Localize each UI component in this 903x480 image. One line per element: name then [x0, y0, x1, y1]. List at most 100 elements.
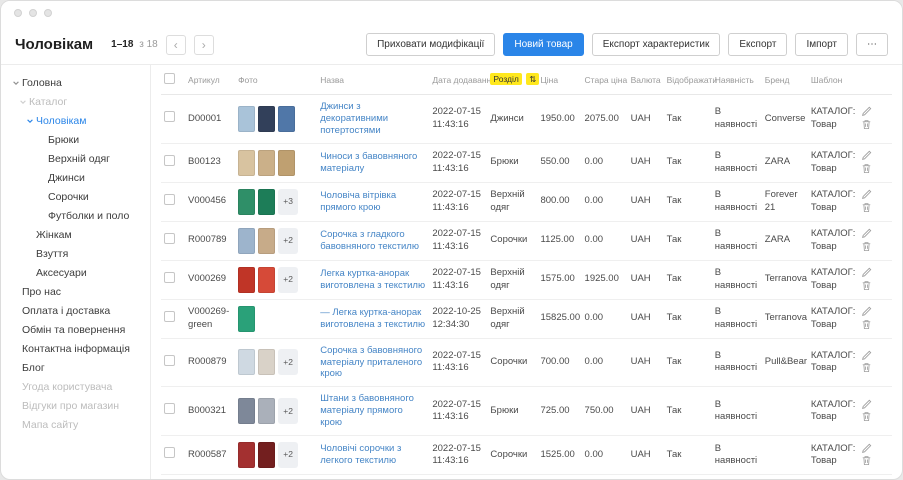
- product-link[interactable]: Чиноси з бавовняного матеріалу: [320, 151, 426, 175]
- sidebar-item[interactable]: Аксесуари: [1, 263, 150, 282]
- delete-icon[interactable]: [861, 362, 872, 373]
- row-checkbox[interactable]: [164, 311, 175, 322]
- cell-time: 11:43:16: [432, 280, 484, 292]
- sidebar-item[interactable]: Про нас: [1, 282, 150, 301]
- product-link[interactable]: Сорочка з гладкого бавовняного текстилю: [320, 229, 426, 253]
- window-minimize-button[interactable]: [29, 9, 37, 17]
- sidebar-item[interactable]: Оплата і доставка: [1, 301, 150, 320]
- sidebar-item-label: Джинси: [48, 172, 85, 184]
- row-checkbox[interactable]: [164, 447, 175, 458]
- checkbox-cell: [161, 182, 185, 221]
- row-checkbox[interactable]: [164, 194, 175, 205]
- product-link[interactable]: Сорочка з бавовняного матеріалу притален…: [320, 345, 426, 381]
- column-header-3[interactable]: Дата додавання: [429, 65, 487, 95]
- row-checkbox[interactable]: [164, 111, 175, 122]
- sidebar-item[interactable]: Взуття: [1, 244, 150, 263]
- header-button-3[interactable]: Експорт: [728, 33, 787, 56]
- edit-icon[interactable]: [861, 443, 872, 454]
- sidebar-item[interactable]: Мапа сайту: [1, 415, 150, 434]
- column-header-5[interactable]: Ціна: [537, 65, 581, 95]
- delete-icon[interactable]: [861, 411, 872, 422]
- product-link[interactable]: — Легка куртка-анорак виготовлена з текс…: [320, 307, 426, 331]
- more-photos-badge: +2: [278, 442, 298, 468]
- edit-icon[interactable]: [861, 150, 872, 161]
- section-cell: Верхній одяг: [487, 299, 537, 338]
- header-button-4[interactable]: Імпорт: [795, 33, 848, 56]
- sidebar-item[interactable]: Угода користувача: [1, 377, 150, 396]
- column-header-8[interactable]: Відображати: [664, 65, 712, 95]
- sidebar-item[interactable]: Чоловікам: [1, 111, 150, 130]
- edit-icon[interactable]: [861, 399, 872, 410]
- sidebar-item[interactable]: Сорочки: [1, 187, 150, 206]
- delete-icon[interactable]: [861, 319, 872, 330]
- column-header-2[interactable]: Назва: [317, 65, 429, 95]
- sidebar-item[interactable]: Відгуки про магазин: [1, 396, 150, 415]
- delete-icon[interactable]: [861, 119, 872, 130]
- display-cell: Так: [664, 299, 712, 338]
- edit-icon[interactable]: [861, 228, 872, 239]
- delete-icon[interactable]: [861, 455, 872, 466]
- sort-icon[interactable]: ⇅: [526, 73, 539, 85]
- column-header-4[interactable]: Розділ ⇅: [487, 65, 537, 95]
- template-cell: КАТАЛОГ: Товар: [808, 95, 858, 144]
- window-maximize-button[interactable]: [44, 9, 52, 17]
- sidebar-item[interactable]: Джинси: [1, 168, 150, 187]
- delete-icon[interactable]: [861, 163, 872, 174]
- column-header-11[interactable]: Шаблон: [808, 65, 858, 95]
- product-photo: [258, 349, 275, 375]
- currency-cell: UAH: [628, 435, 664, 474]
- select-all-checkbox[interactable]: [164, 73, 175, 84]
- sidebar-item[interactable]: Жінкам: [1, 225, 150, 244]
- column-header-9[interactable]: Наявність: [712, 65, 762, 95]
- product-link[interactable]: Чоловічі сорочки з легкого текстилю: [320, 443, 426, 467]
- header-button-1[interactable]: Новий товар: [503, 33, 583, 56]
- photo-cell-wrap: [235, 143, 317, 182]
- column-header-6[interactable]: Стара ціна: [582, 65, 628, 95]
- row-checkbox[interactable]: [164, 272, 175, 283]
- sidebar-item[interactable]: Контактна інформація: [1, 339, 150, 358]
- row-checkbox[interactable]: [164, 403, 175, 414]
- header-button-0[interactable]: Приховати модифікації: [366, 33, 495, 56]
- product-link[interactable]: Джинси з декоративними потертостями: [320, 101, 426, 137]
- window-close-button[interactable]: [14, 9, 22, 17]
- chevron-down-icon[interactable]: [16, 98, 29, 106]
- product-link[interactable]: Легка куртка-анорак виготовлена з тексти…: [320, 268, 426, 292]
- row-checkbox[interactable]: [164, 155, 175, 166]
- edit-icon[interactable]: [861, 306, 872, 317]
- edit-icon[interactable]: [861, 267, 872, 278]
- product-link[interactable]: Штани з бавовняного матеріалу прямого кр…: [320, 393, 426, 429]
- delete-icon[interactable]: [861, 202, 872, 213]
- product-photo: [258, 267, 275, 293]
- delete-icon[interactable]: [861, 241, 872, 252]
- row-checkbox[interactable]: [164, 355, 175, 366]
- header-button-2[interactable]: Експорт характеристик: [592, 33, 721, 56]
- template-cell: КАТАЛОГ: Товар: [808, 182, 858, 221]
- display-cell: Так: [664, 143, 712, 182]
- sidebar-item[interactable]: Брюки: [1, 130, 150, 149]
- chevron-down-icon[interactable]: [23, 117, 36, 125]
- sidebar-item[interactable]: Блог: [1, 358, 150, 377]
- edit-icon[interactable]: [861, 350, 872, 361]
- edit-icon[interactable]: [861, 189, 872, 200]
- column-header-7[interactable]: Валюта: [628, 65, 664, 95]
- sidebar-item[interactable]: Головна: [1, 73, 150, 92]
- edit-icon[interactable]: [861, 106, 872, 117]
- row-checkbox[interactable]: [164, 233, 175, 244]
- sidebar-item[interactable]: Обмін та повернення: [1, 320, 150, 339]
- currency-cell: UAH: [628, 260, 664, 299]
- delete-icon[interactable]: [861, 280, 872, 291]
- column-header-10[interactable]: Бренд: [762, 65, 808, 95]
- sidebar-item[interactable]: Верхній одяг: [1, 149, 150, 168]
- pagination-next-button[interactable]: ›: [194, 35, 214, 55]
- sidebar-item[interactable]: Футболки и поло: [1, 206, 150, 225]
- header-button-5[interactable]: ⋯: [856, 33, 888, 56]
- column-header-0[interactable]: Артикул: [185, 65, 235, 95]
- row-actions: [858, 143, 892, 182]
- row-actions: [858, 260, 892, 299]
- pagination-prev-button[interactable]: ‹: [166, 35, 186, 55]
- chevron-down-icon[interactable]: [9, 79, 22, 87]
- cell-old-price: 0.00: [585, 449, 604, 460]
- product-link[interactable]: Чоловіча вітрівка прямого крою: [320, 190, 426, 214]
- column-header-1[interactable]: Фото: [235, 65, 317, 95]
- sidebar-item[interactable]: Каталог: [1, 92, 150, 111]
